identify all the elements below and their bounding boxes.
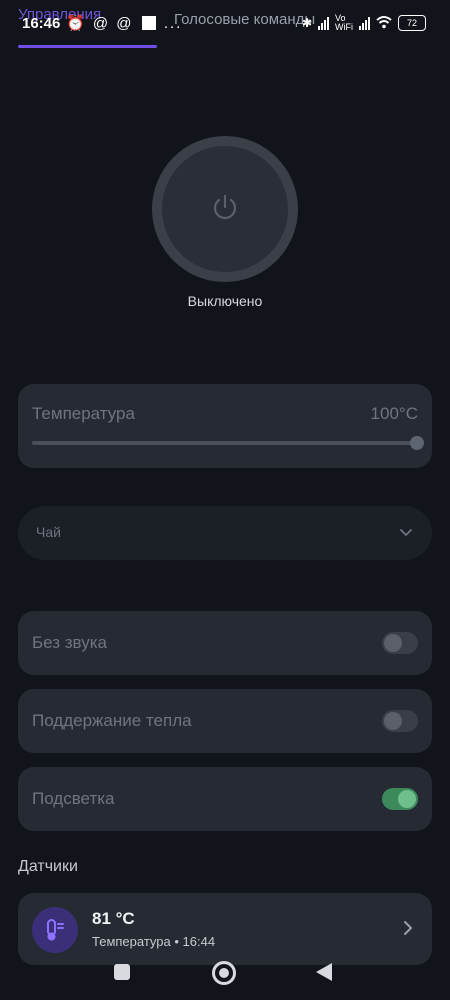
temperature-card: Температура 100°C — [18, 384, 432, 468]
toggle-card-keep-warm: Поддержание тепла — [18, 689, 432, 753]
tab-active-indicator — [18, 45, 157, 48]
toggle-knob — [384, 634, 402, 652]
temperature-label: Температура — [32, 404, 135, 423]
power-button-inner — [162, 146, 288, 272]
toggle-label-backlight: Подсветка — [32, 789, 115, 808]
mode-select-value: Чай — [36, 524, 61, 540]
chevron-right-icon — [400, 919, 414, 942]
vowifi-label: Vo WiFi — [335, 13, 353, 32]
power-button[interactable] — [152, 136, 298, 282]
toggle-switch-mute[interactable] — [382, 632, 418, 654]
toggle-switch-backlight[interactable] — [382, 788, 418, 810]
battery-icon: 72 — [398, 15, 426, 31]
chevron-down-icon — [398, 524, 414, 545]
toggle-switch-keep-warm[interactable] — [382, 710, 418, 732]
sensor-subtitle: Температура • 16:44 — [92, 934, 216, 949]
mode-select[interactable]: Чай — [18, 506, 432, 560]
toggle-card-mute: Без звука — [18, 611, 432, 675]
power-icon — [210, 192, 240, 227]
status-left-icons: ⏰ @ @ ... — [66, 14, 182, 32]
thermometer-icon — [32, 907, 78, 953]
tab-voice-commands[interactable]: Голосовые команды — [174, 11, 315, 28]
home-button[interactable] — [212, 961, 236, 985]
toggle-knob — [398, 790, 416, 808]
more-icon: ... — [163, 15, 183, 32]
at-icons: @ @ — [92, 15, 134, 32]
back-button[interactable] — [316, 963, 332, 981]
toggle-card-backlight: Подсветка — [18, 767, 432, 831]
signal-icon-2 — [359, 16, 370, 30]
toggle-knob — [384, 712, 402, 730]
recents-button[interactable] — [114, 964, 130, 980]
status-right-icons: ✱ Vo WiFi 72 — [302, 14, 426, 32]
sensors-section-title: Датчики — [18, 858, 78, 875]
status-bar: Управления Голосовые команды 16:46 ⏰ @ @… — [0, 0, 450, 48]
signal-icon — [318, 16, 329, 30]
temperature-slider-thumb[interactable] — [410, 436, 424, 450]
sensor-value: 81 °C — [92, 909, 135, 928]
alarm-icon: ⏰ — [66, 15, 87, 32]
toggle-label-mute: Без звука — [32, 633, 107, 652]
notification-square-icon — [141, 16, 156, 30]
toggle-label-keep-warm: Поддержание тепла — [32, 711, 192, 730]
bluetooth-icon: ✱ — [301, 16, 312, 30]
power-status: Выключено — [187, 293, 263, 309]
status-time: 16:46 — [22, 15, 61, 32]
system-nav-bar — [0, 952, 450, 992]
temperature-value: 100°C — [370, 404, 418, 423]
wifi-icon — [376, 15, 392, 32]
temperature-slider[interactable] — [32, 441, 418, 445]
